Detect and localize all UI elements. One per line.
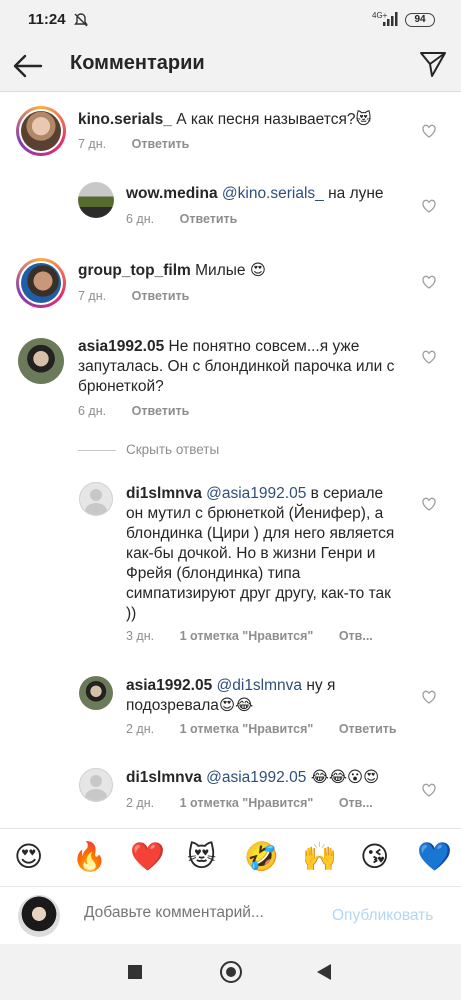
heart-icon[interactable] (421, 689, 437, 705)
publish-button[interactable]: Опубликовать (332, 907, 433, 925)
app-header: Комментарии (0, 40, 461, 92)
comment-time: 7 дн. (78, 137, 107, 151)
comment-reply: asia1992.05 @di1slmnva ну я подозревала😍… (0, 670, 461, 750)
likes-count[interactable]: 1 отметка "Нравится" (180, 796, 314, 810)
comment-body: Милые 😍 (195, 262, 266, 279)
comment: asia1992.05 Не понятно совсем...я уже за… (0, 332, 461, 432)
comment-reply: di1slmnva @asia1992.05 😂😂😮😍 2 дн. 1 отме… (0, 762, 461, 822)
avatar[interactable] (79, 768, 113, 802)
status-time: 11:24 (28, 11, 66, 28)
paper-plane-icon[interactable] (418, 49, 448, 79)
divider (78, 450, 116, 451)
comment-meta: 3 дн. 1 отметка "Нравится" Отв... (126, 629, 395, 643)
heart-icon[interactable] (421, 274, 437, 290)
comment-username[interactable]: asia1992.05 (126, 677, 212, 694)
emoji-rofl[interactable]: 🤣 (244, 841, 279, 873)
comment-meta: 6 дн. Ответить (78, 404, 211, 418)
status-bar: 11:24 4G+ 94 (0, 0, 461, 40)
avatar[interactable] (79, 482, 113, 516)
comment-time: 2 дн. (126, 722, 155, 736)
avatar[interactable] (16, 258, 66, 308)
comment-meta: 6 дн. Ответить (126, 212, 259, 226)
reply-button[interactable]: Ответить (339, 722, 397, 736)
system-nav-bar (0, 944, 461, 1000)
emoji-kiss[interactable]: 😘 (360, 841, 389, 873)
reply-button[interactable]: Ответить (132, 289, 190, 303)
comment-reply: di1slmnva @asia1992.05 в сериале он мути… (0, 476, 461, 646)
comment-text: wow.medina @kino.serials_ на луне (126, 184, 416, 204)
comment-body: 😂😂😮😍 (306, 769, 380, 786)
comment-time: 2 дн. (126, 796, 155, 810)
heart-icon[interactable] (421, 123, 437, 139)
heart-icon[interactable] (421, 496, 437, 512)
comment-meta: 7 дн. Ответить (78, 289, 211, 303)
comment: kino.serials_ А как песня называется?😻 7… (0, 100, 461, 170)
mention-link[interactable]: @asia1992.05 (206, 485, 306, 502)
comment-text: asia1992.05 @di1slmnva ну я подозревала😍… (126, 676, 402, 716)
comment-body: А как песня называется?😻 (176, 111, 372, 128)
battery-indicator: 94 (405, 13, 435, 27)
avatar[interactable] (78, 182, 114, 218)
comment: group_top_film Милые 😍 7 дн. Ответить (0, 252, 461, 322)
reply-button[interactable]: Отв... (339, 629, 373, 643)
heart-icon[interactable] (421, 349, 437, 365)
recent-apps-icon[interactable] (128, 965, 142, 979)
mention-link[interactable]: @asia1992.05 (206, 769, 306, 786)
hide-replies-label: Скрыть ответы (126, 442, 220, 457)
avatar (18, 895, 60, 937)
comment-time: 7 дн. (78, 289, 107, 303)
emoji-red-heart[interactable]: ❤️ (130, 841, 165, 873)
comment-text: di1slmnva @asia1992.05 в сериале он мути… (126, 484, 402, 624)
emoji-quick-bar: 😍 🔥 ❤️ 😻 🤣 🙌 😘 💙 (0, 828, 461, 886)
comment-body: на луне (323, 185, 384, 202)
comment-text: di1slmnva @asia1992.05 😂😂😮😍 (126, 768, 406, 788)
comment-username[interactable]: di1slmnva (126, 485, 202, 502)
comment-body: в сериале он мутил с брюнеткой (Йенифер)… (126, 485, 395, 622)
home-icon[interactable] (220, 961, 242, 983)
comment-meta: 2 дн. 1 отметка "Нравится" Ответить (126, 722, 419, 736)
comment-time: 3 дн. (126, 629, 155, 643)
comment-text: asia1992.05 Не понятно совсем...я уже за… (78, 337, 403, 397)
back-triangle-icon[interactable] (317, 964, 331, 980)
heart-icon[interactable] (421, 782, 437, 798)
comment-input[interactable] (84, 904, 314, 922)
likes-count[interactable]: 1 отметка "Нравится" (180, 722, 314, 736)
mention-link[interactable]: @kino.serials_ (222, 185, 324, 202)
emoji-heart-eyes-cat[interactable]: 😻 (187, 841, 216, 873)
avatar[interactable] (79, 676, 113, 710)
emoji-heart-eyes[interactable]: 😍 (14, 841, 43, 873)
comment-text: kino.serials_ А как песня называется?😻 (78, 110, 418, 130)
reply-button[interactable]: Ответить (132, 137, 190, 151)
comment-time: 6 дн. (78, 404, 107, 418)
emoji-blue-heart[interactable]: 💙 (417, 841, 452, 873)
emoji-raising-hands[interactable]: 🙌 (302, 841, 337, 873)
comment-reply: wow.medina @kino.serials_ на луне 6 дн. … (0, 176, 461, 236)
notifications-muted-icon (74, 13, 88, 27)
comment-composer: Опубликовать (0, 886, 461, 944)
reply-button[interactable]: Ответить (132, 404, 190, 418)
battery-level: 94 (414, 14, 426, 25)
comment-username[interactable]: wow.medina (126, 185, 218, 202)
comment-meta: 7 дн. Ответить (78, 137, 211, 151)
emoji-fire[interactable]: 🔥 (72, 841, 107, 873)
comment-username[interactable]: kino.serials_ (78, 111, 172, 128)
likes-count[interactable]: 1 отметка "Нравится" (180, 629, 314, 643)
comment-meta: 2 дн. 1 отметка "Нравится" Отв... (126, 796, 395, 810)
comment-username[interactable]: di1slmnva (126, 769, 202, 786)
signal-strength-icon (383, 12, 398, 26)
comment-time: 6 дн. (126, 212, 155, 226)
reply-button[interactable]: Отв... (339, 796, 373, 810)
avatar[interactable] (16, 106, 66, 156)
mention-link[interactable]: @di1slmnva (217, 677, 303, 694)
arrow-left-icon[interactable] (12, 50, 44, 82)
reply-button[interactable]: Ответить (180, 212, 238, 226)
comment-username[interactable]: asia1992.05 (78, 338, 164, 355)
page-title: Комментарии (70, 52, 205, 74)
comment-text: group_top_film Милые 😍 (78, 261, 418, 281)
avatar[interactable] (18, 338, 64, 384)
comment-username[interactable]: group_top_film (78, 262, 191, 279)
heart-icon[interactable] (421, 198, 437, 214)
